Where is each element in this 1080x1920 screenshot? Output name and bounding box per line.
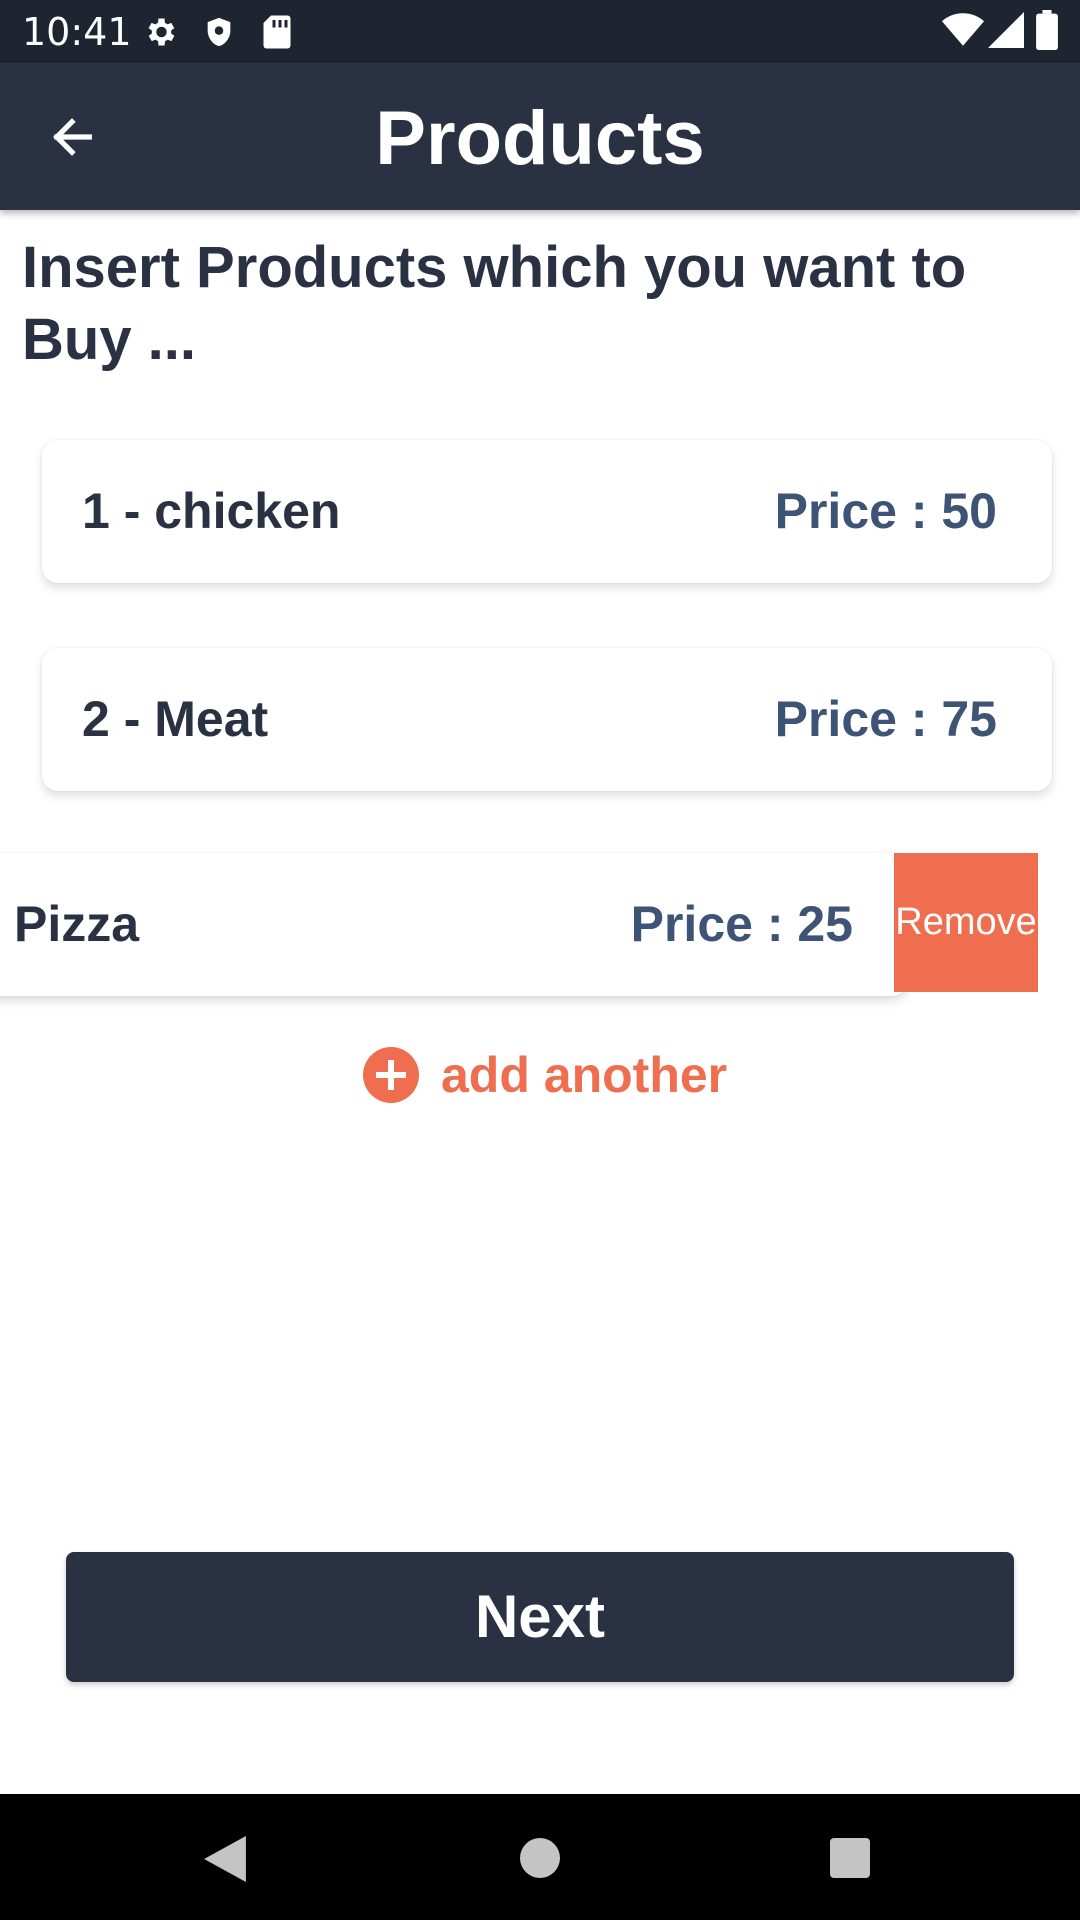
product-name: Pizza: [14, 896, 140, 952]
status-bar: 10:41: [0, 0, 1080, 63]
status-time: 10:41: [22, 10, 132, 54]
signal-icon: [988, 12, 1024, 48]
app-bar: Products: [0, 63, 1080, 210]
page-title: Products: [375, 96, 705, 181]
gear-icon: [148, 18, 175, 46]
sd-card-icon: [263, 15, 291, 49]
home-circle-icon[interactable]: [520, 1838, 560, 1878]
recents-square-icon[interactable]: [830, 1838, 870, 1878]
next-button[interactable]: Next: [66, 1552, 1014, 1682]
battery-icon: [1036, 10, 1058, 50]
product-card[interactable]: 1 - chicken Price : 50: [42, 440, 1052, 583]
product-price: Price : 50: [774, 483, 997, 539]
add-another-label: add another: [441, 1047, 728, 1103]
shield-icon: [207, 17, 231, 47]
system-nav-bar: [0, 1794, 1080, 1920]
instruction-heading: Insert Products which you want to Buy ..…: [22, 235, 967, 372]
product-name: 1 - chicken: [82, 483, 341, 539]
product-card-swiped[interactable]: Pizza Price : 25: [0, 853, 908, 996]
product-price: Price : 75: [774, 691, 997, 747]
plus-circle-icon: [363, 1047, 419, 1103]
product-name: 2 - Meat: [82, 691, 269, 747]
product-card[interactable]: 2 - Meat Price : 75: [42, 648, 1052, 791]
remove-button[interactable]: Remove: [894, 853, 1038, 992]
wifi-icon: [942, 13, 984, 46]
back-triangle-icon[interactable]: [204, 1836, 246, 1882]
add-another-button[interactable]: add another: [363, 1045, 727, 1105]
product-price: Price : 25: [630, 896, 853, 952]
